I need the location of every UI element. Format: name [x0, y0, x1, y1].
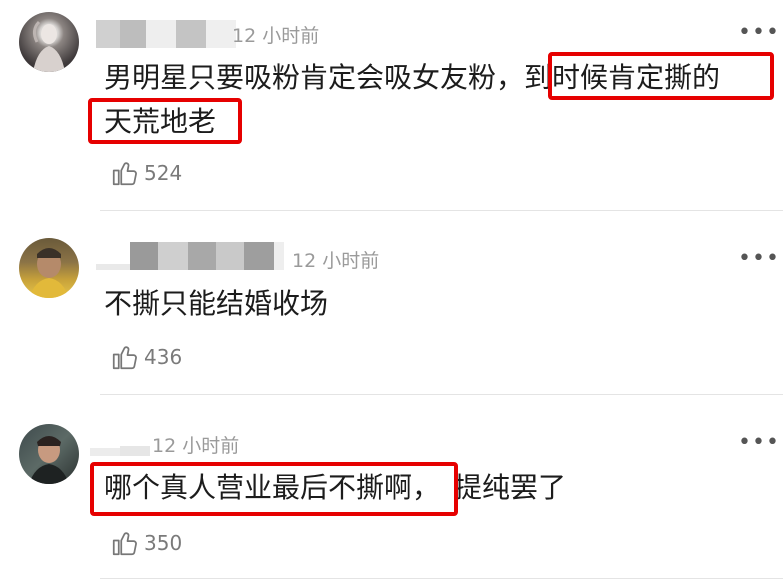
more-options-icon[interactable]: ••• — [738, 248, 780, 270]
divider — [100, 578, 783, 579]
username-blurred[interactable] — [96, 18, 236, 48]
divider — [100, 210, 783, 211]
divider — [100, 394, 783, 395]
timestamp: 12 小时前 — [232, 25, 320, 47]
timestamp: 12 小时前 — [152, 435, 240, 457]
comment-text-plain: 提纯罢了 — [454, 471, 567, 504]
avatar[interactable] — [19, 12, 79, 72]
username-blurred[interactable] — [90, 426, 150, 456]
avatar[interactable] — [19, 424, 79, 484]
comment-item: 12 小时前 ••• 男明星只要吸粉肯定会吸女友粉，到时候肯定撕的 天荒地老 5… — [0, 0, 783, 211]
username-blurred[interactable] — [96, 240, 284, 270]
like-count: 524 — [144, 161, 183, 185]
highlight-box — [548, 52, 774, 100]
like-button[interactable]: 524 — [110, 158, 182, 188]
more-options-icon[interactable]: ••• — [738, 432, 780, 454]
highlight-box — [90, 462, 458, 516]
more-options-icon[interactable]: ••• — [738, 22, 780, 44]
highlight-box — [88, 98, 242, 144]
thumbs-up-icon — [112, 162, 137, 186]
comment-text: 不撕只能结婚收场 — [104, 287, 329, 320]
avatar[interactable] — [19, 238, 79, 298]
thumbs-up-icon — [112, 532, 137, 556]
avatar-image — [29, 436, 69, 484]
like-button[interactable]: 350 — [110, 528, 182, 558]
timestamp: 12 小时前 — [292, 250, 380, 272]
avatar-image — [32, 20, 65, 72]
like-button[interactable]: 436 — [110, 342, 182, 372]
avatar-image — [29, 248, 69, 298]
like-count: 436 — [144, 345, 183, 369]
like-count: 350 — [144, 531, 183, 555]
thumbs-up-icon — [112, 346, 137, 370]
comment-text-plain: 男明星只要吸粉肯定会吸女友粉， — [104, 61, 525, 94]
